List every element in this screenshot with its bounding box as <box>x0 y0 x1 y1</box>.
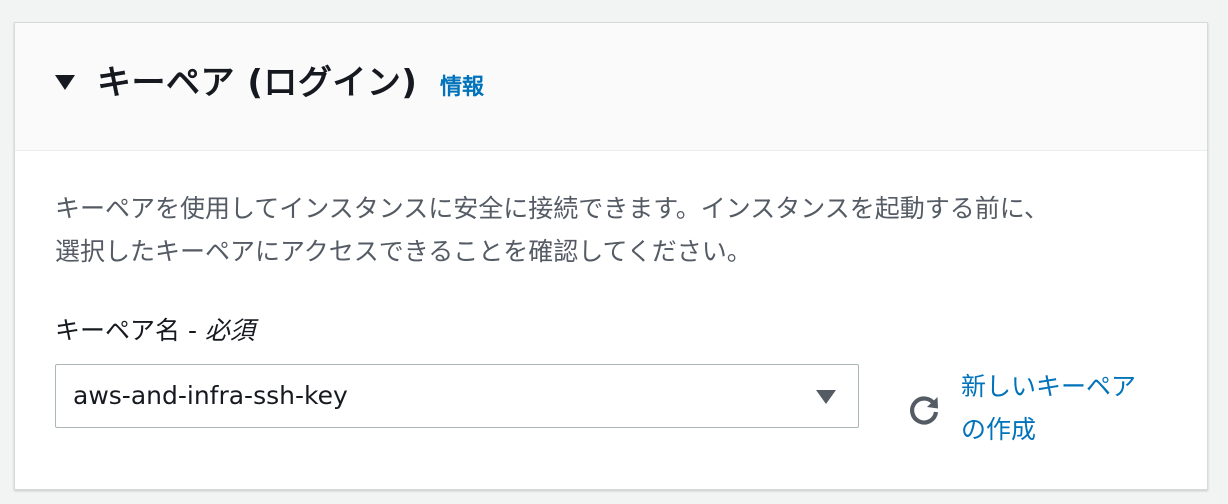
refresh-icon[interactable] <box>905 391 943 429</box>
required-label: 必須 <box>204 316 255 345</box>
new-key-link-line-2: の作成 <box>961 415 1037 444</box>
chevron-down-icon <box>816 390 836 404</box>
description-line-1: キーペアを使用してインスタンスに安全に接続できます。インスタンスを起動する前に、 <box>55 194 1050 223</box>
expand-toggle-icon[interactable] <box>55 75 75 90</box>
key-pair-name-label: キーペア名 - 必須 <box>55 313 255 349</box>
section-description: キーペアを使用してインスタンスに安全に接続できます。インスタンスを起動する前に、… <box>55 187 1175 273</box>
new-key-link-line-1: 新しいキーペア <box>961 372 1137 401</box>
selected-key-pair: aws-and-infra-ssh-key <box>73 381 348 410</box>
panel-header: キーペア (ログイン) 情報 <box>15 23 1207 151</box>
key-pair-panel: キーペア (ログイン) 情報 キーペアを使用してインスタンスに安全に接続できます… <box>14 22 1208 490</box>
section-title: キーペア (ログイン) <box>97 63 418 103</box>
key-pair-select[interactable]: aws-and-infra-ssh-key <box>55 364 859 428</box>
description-line-2: 選択したキーペアにアクセスできることを確認してください。 <box>55 237 752 266</box>
info-link[interactable]: 情報 <box>440 73 484 103</box>
create-new-key-pair-link[interactable]: 新しいキーペア の作成 <box>961 365 1181 451</box>
field-label-text: キーペア名 - <box>55 316 205 345</box>
